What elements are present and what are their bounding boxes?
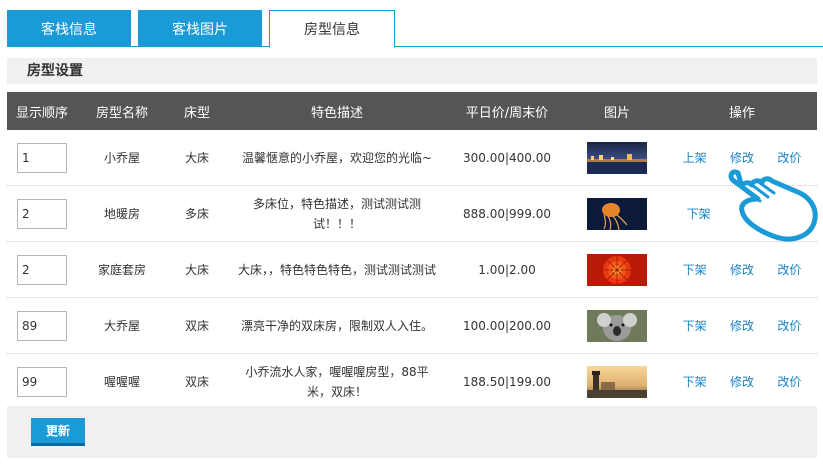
col-price: 平日价/周末价 [465, 105, 549, 121]
tab-inn-photos[interactable]: 客栈图片 [138, 10, 262, 47]
room-table: 显示顺序 房型名称 床型 特色描述 平日价/周末价 图片 操作 小乔屋 大床 温… [7, 92, 817, 410]
bed-type: 多床 [184, 207, 209, 221]
room-name: 地暖房 [103, 207, 140, 221]
room-thumbnail[interactable] [587, 141, 647, 174]
room-thumbnail[interactable] [587, 197, 647, 230]
table-header: 显示顺序 房型名称 床型 特色描述 平日价/周末价 图片 操作 [7, 92, 817, 130]
room-name: 喔喔喔 [103, 375, 140, 389]
table-row: 大乔屋 双床 漂亮干净的双床房，限制双人入住。 100.00|200.00 下架… [7, 298, 817, 354]
bed-type: 双床 [184, 375, 209, 389]
room-desc: 小乔流水人家，喔喔喔房型，88平米，双床！ [245, 364, 429, 399]
room-price: 100.00|200.00 [462, 318, 552, 333]
room-price: 1.00|2.00 [478, 262, 536, 277]
order-input[interactable] [17, 254, 67, 285]
room-desc: 温馨惬意的小乔屋，欢迎您的光临~ [241, 150, 433, 165]
col-image: 图片 [603, 105, 630, 121]
toggle-listing-link[interactable]: 上架 [683, 149, 707, 166]
order-input[interactable] [17, 198, 67, 229]
change-price-link[interactable]: 改价 [777, 317, 801, 334]
tab-inn-info[interactable]: 客栈信息 [7, 10, 131, 47]
toggle-listing-link[interactable]: 下架 [683, 317, 707, 334]
room-thumbnail[interactable] [587, 365, 647, 398]
edit-link[interactable]: 修改 [730, 373, 754, 390]
toggle-listing-link[interactable]: 下架 [687, 205, 711, 222]
bed-type: 大床 [184, 151, 209, 165]
section-title: 房型设置 [7, 58, 817, 84]
table-footer: 更新 [7, 406, 817, 458]
bed-type: 双床 [184, 319, 209, 333]
room-price: 188.50|199.00 [462, 374, 552, 389]
room-thumbnail[interactable] [587, 309, 647, 342]
change-price-link[interactable]: 改价 [777, 261, 801, 278]
tab-bar: 客栈信息 客栈图片 房型信息 [7, 10, 823, 48]
toggle-listing-link[interactable]: 下架 [683, 373, 707, 390]
table-row: 家庭套房 大床 大床，，特色特色特色，测试测试测试 1.00|2.00 下架 修… [7, 242, 817, 298]
order-input[interactable] [17, 142, 67, 173]
col-actions: 操作 [728, 105, 755, 121]
room-name: 家庭套房 [97, 263, 146, 277]
col-desc: 特色描述 [310, 105, 363, 121]
change-price-link[interactable]: 改价 [777, 373, 801, 390]
edit-link[interactable]: 修改 [730, 317, 754, 334]
edit-link[interactable]: 修改 [742, 205, 766, 222]
col-order: 显示顺序 [15, 105, 68, 121]
room-name: 大乔屋 [103, 319, 140, 333]
room-desc: 大床，，特色特色特色，测试测试测试 [237, 262, 436, 277]
change-price-link[interactable]: 改价 [777, 149, 801, 166]
col-bed: 床型 [183, 105, 210, 121]
table-row: 小乔屋 大床 温馨惬意的小乔屋，欢迎您的光临~ 300.00|400.00 上架… [7, 130, 817, 186]
room-desc: 漂亮干净的双床房，限制双人入住。 [240, 318, 433, 333]
room-price: 888.00|999.00 [462, 206, 552, 221]
bed-type: 大床 [184, 263, 209, 277]
edit-link[interactable]: 修改 [730, 149, 754, 166]
edit-link[interactable]: 修改 [730, 261, 754, 278]
room-price: 300.00|400.00 [462, 150, 552, 165]
room-desc: 多床位，特色描述，测试测试测试！！！ [252, 196, 421, 231]
room-name: 小乔屋 [103, 151, 140, 165]
update-button[interactable]: 更新 [31, 418, 85, 446]
table-row: 喔喔喔 双床 小乔流水人家，喔喔喔房型，88平米，双床！ 188.50|199.… [7, 354, 817, 410]
tab-room-info[interactable]: 房型信息 [269, 10, 395, 48]
col-name: 房型名称 [95, 105, 148, 121]
toggle-listing-link[interactable]: 下架 [683, 261, 707, 278]
order-input[interactable] [17, 366, 67, 397]
order-input[interactable] [17, 310, 67, 341]
room-thumbnail[interactable] [587, 253, 647, 286]
table-row: 地暖房 多床 多床位，特色描述，测试测试测试！！！ 888.00|999.00 … [7, 186, 817, 242]
